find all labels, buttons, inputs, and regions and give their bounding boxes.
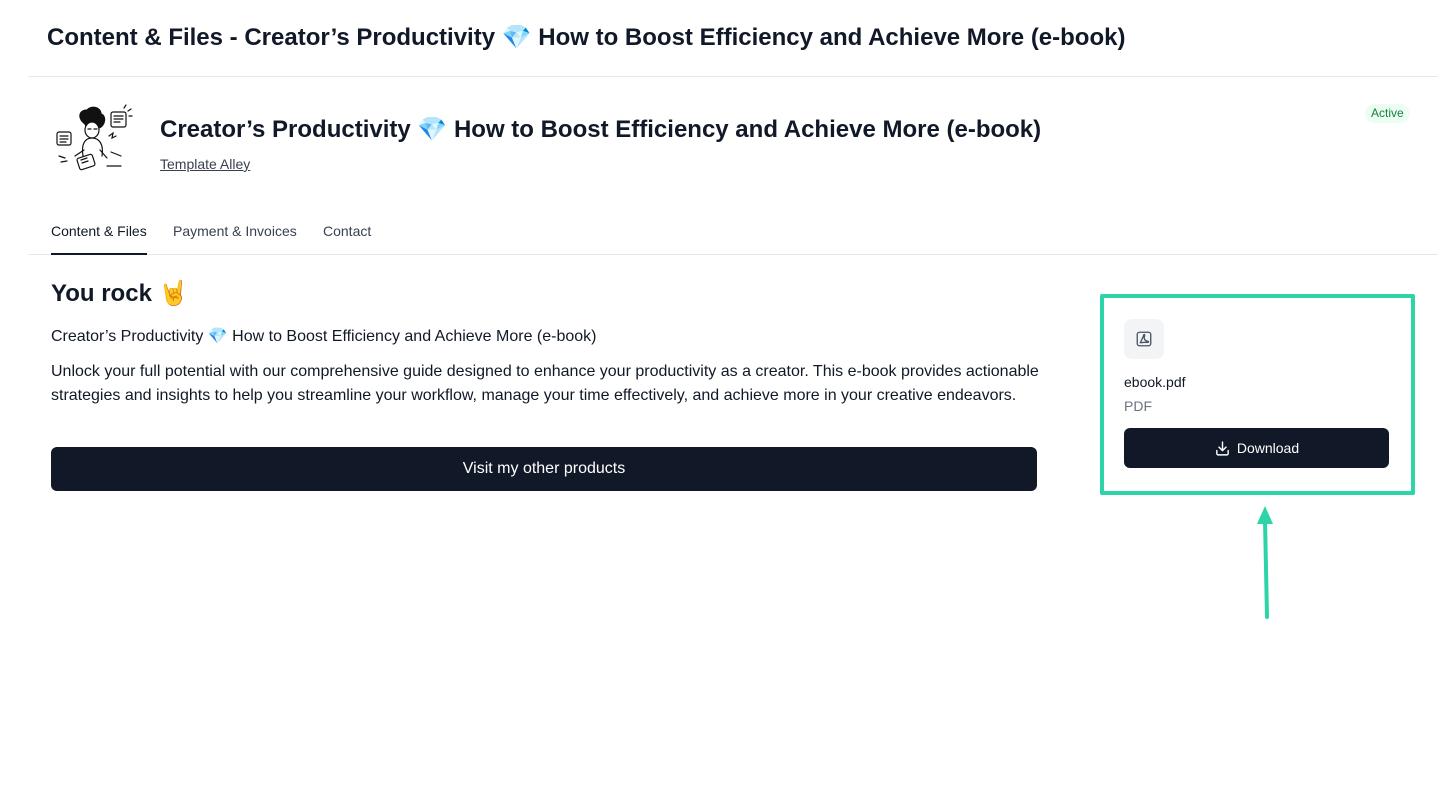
file-card: ebook.pdf PDF Download — [1100, 294, 1415, 495]
page-title: Content & Files - Creator’s Productivity… — [47, 24, 1126, 51]
product-thumbnail — [51, 104, 133, 182]
person-working-illustration-icon — [56, 104, 133, 171]
download-icon — [1215, 440, 1229, 456]
pdf-file-icon — [1136, 331, 1152, 347]
annotation-arrow-icon — [1257, 506, 1273, 619]
file-name: ebook.pdf — [1124, 374, 1186, 390]
tab-contact[interactable]: Contact — [323, 214, 371, 255]
file-icon-container — [1124, 319, 1164, 359]
content-heading: You rock 🤘 — [51, 280, 189, 307]
tab-bar: Content & Files Payment & Invoices Conta… — [28, 214, 1438, 255]
page-header: Content & Files - Creator’s Productivity… — [28, 0, 1438, 77]
status-badge: Active — [1365, 104, 1410, 123]
file-type: PDF — [1124, 398, 1152, 414]
product-description: Unlock your full potential with our comp… — [51, 363, 1039, 404]
download-button[interactable]: Download — [1124, 428, 1389, 468]
creator-link[interactable]: Template Alley — [160, 154, 250, 174]
product-title: Creator’s Productivity 💎 How to Boost Ef… — [160, 116, 1042, 143]
download-label: Download — [1236, 440, 1300, 456]
tab-payment-invoices[interactable]: Payment & Invoices — [173, 214, 297, 255]
tab-content-files[interactable]: Content & Files — [51, 214, 147, 255]
content-product-name: Creator’s Productivity 💎 How to Boost Ef… — [51, 328, 597, 345]
visit-other-products-button[interactable]: Visit my other products — [51, 447, 1037, 491]
